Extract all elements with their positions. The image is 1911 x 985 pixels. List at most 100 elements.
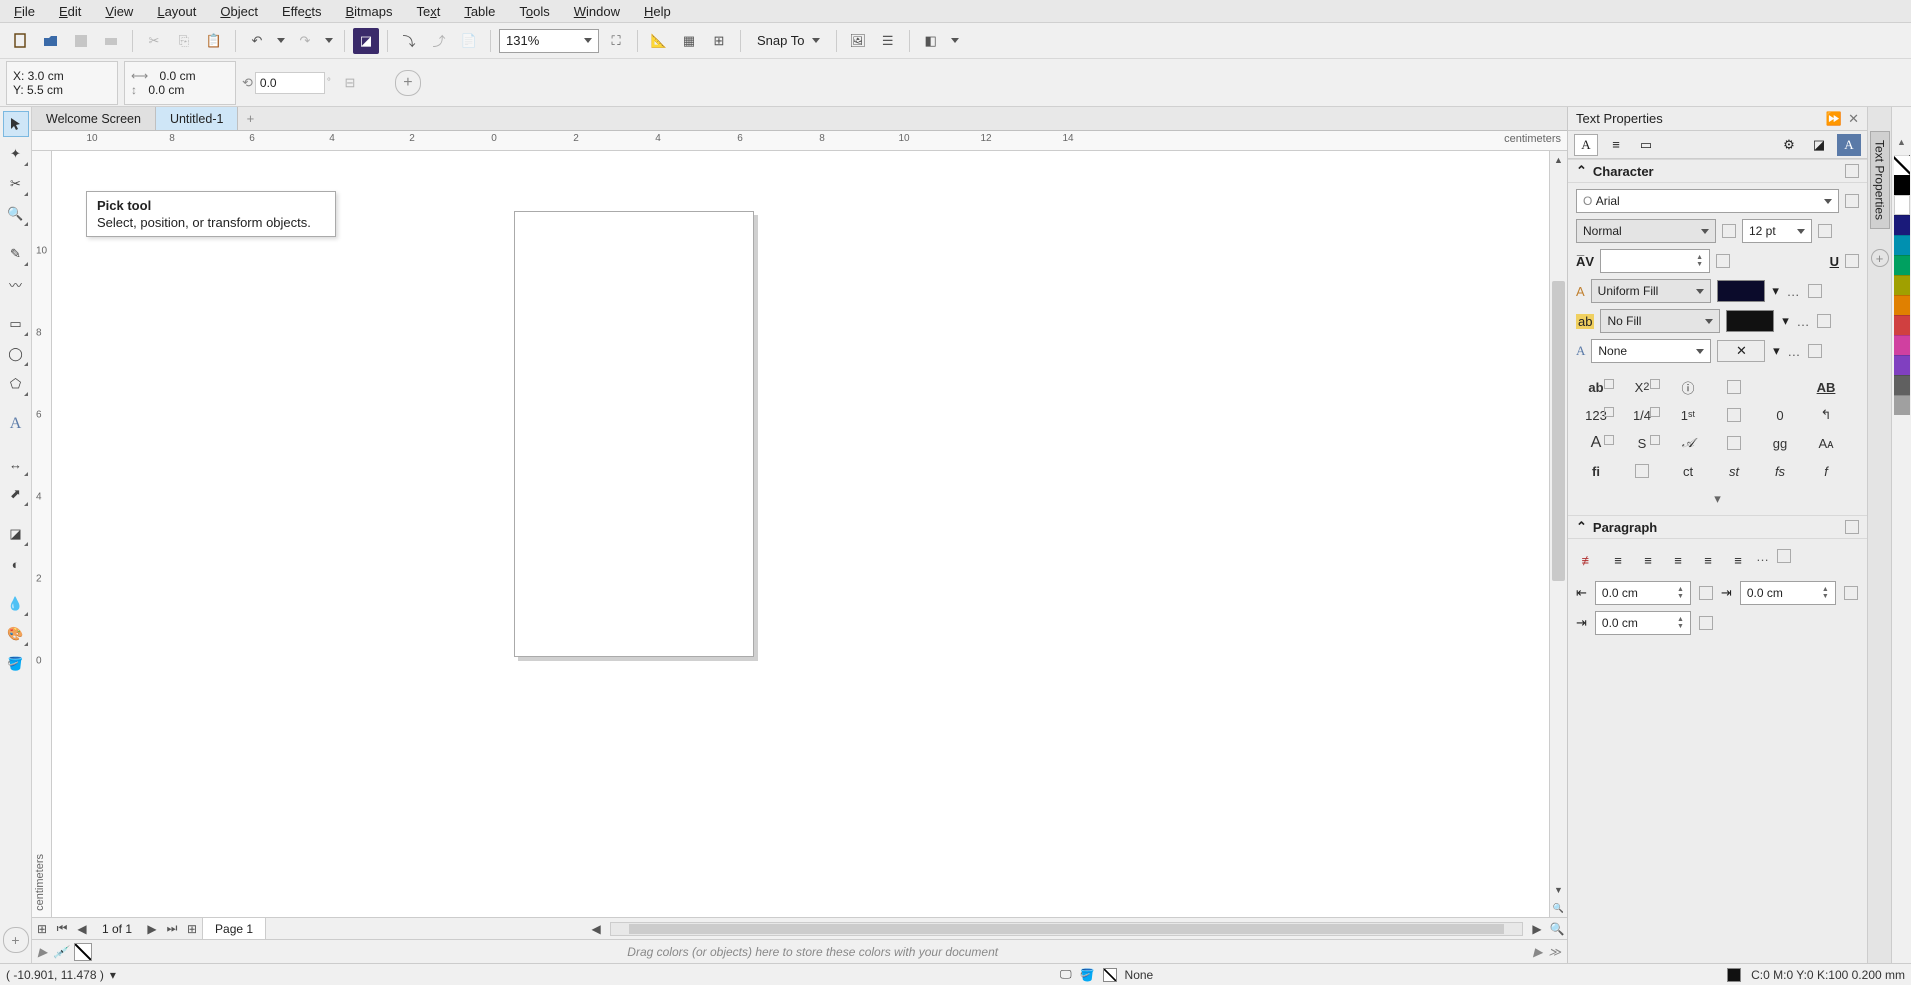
info-button[interactable]: ⓘ: [1668, 375, 1708, 399]
frame-tab[interactable]: ▭: [1634, 134, 1658, 156]
new-tab-button[interactable]: +: [238, 107, 262, 130]
kerning-icon[interactable]: A̅V: [1576, 254, 1594, 269]
allcaps-button[interactable]: AB: [1806, 375, 1846, 399]
ligature-fi-button[interactable]: fi: [1576, 459, 1616, 483]
palette-swatch[interactable]: [1894, 195, 1910, 215]
font-family-combo[interactable]: O Arial: [1576, 189, 1839, 213]
status-dropdown[interactable]: ▾: [110, 968, 116, 982]
ordinals-button[interactable]: 1ˢᵗ: [1668, 403, 1708, 427]
first-line-indent-input[interactable]: 0.0 cm▲▼: [1595, 611, 1691, 635]
palette-no-color[interactable]: [1894, 155, 1910, 175]
force-justify-button[interactable]: ≡: [1726, 549, 1750, 571]
save-button[interactable]: [68, 28, 94, 54]
fill-flyout-dropdown[interactable]: [948, 28, 962, 54]
vertical-ruler[interactable]: 10 8 6 4 2 0 centimeters: [32, 151, 52, 917]
outline-width-combo[interactable]: None: [1591, 339, 1711, 363]
no-color-swatch[interactable]: [74, 943, 92, 961]
zoom-icon[interactable]: 🔍: [1547, 922, 1567, 936]
stylistic-alt-button[interactable]: A: [1576, 431, 1616, 455]
paste-button[interactable]: 📋: [201, 28, 227, 54]
rotation-input[interactable]: 0.0: [255, 72, 325, 94]
ligature-f-button[interactable]: f: [1806, 459, 1846, 483]
outline-more-button[interactable]: …: [1787, 344, 1802, 359]
redo-button[interactable]: ↷: [292, 28, 318, 54]
import-button[interactable]: ⤵: [396, 28, 422, 54]
pick-tool[interactable]: [3, 111, 29, 137]
menu-table[interactable]: Table: [452, 2, 507, 21]
last-page-button[interactable]: ⏭: [162, 921, 182, 936]
eyedropper-tool[interactable]: 💧: [3, 591, 29, 617]
menu-text[interactable]: Text: [404, 2, 452, 21]
palette-swatch[interactable]: [1894, 235, 1910, 255]
expand-more-button[interactable]: ▾: [1576, 489, 1859, 509]
oldstyle-numbers-button[interactable]: 123: [1576, 403, 1616, 427]
interactive-icon[interactable]: ◪: [1807, 134, 1831, 156]
script-alt-button[interactable]: 𝒜: [1668, 431, 1708, 455]
menu-effects[interactable]: Effects: [270, 2, 334, 21]
subscript-button[interactable]: ab: [1576, 375, 1616, 399]
redo-dropdown[interactable]: [322, 28, 336, 54]
menu-object[interactable]: Object: [208, 2, 270, 21]
section-character-head[interactable]: Character: [1593, 164, 1654, 179]
palette-swatch[interactable]: [1894, 295, 1910, 315]
menu-file[interactable]: File: [2, 2, 47, 21]
status-no-fill-swatch[interactable]: [1103, 968, 1117, 982]
right-indent-input[interactable]: 0.0 cm▲▼: [1740, 581, 1836, 605]
fill-more-button[interactable]: …: [1787, 284, 1802, 299]
palette-swatch[interactable]: [1894, 355, 1910, 375]
swash-button[interactable]: ↰: [1806, 403, 1846, 427]
tab-welcome[interactable]: Welcome Screen: [32, 107, 156, 130]
rectangle-tool[interactable]: ▭: [3, 311, 29, 337]
align-center-button[interactable]: ≡: [1636, 549, 1660, 571]
show-grid-button[interactable]: ▦: [676, 28, 702, 54]
paragraph-tab[interactable]: ≡: [1604, 134, 1628, 156]
bg-color-swatch[interactable]: [1726, 310, 1774, 332]
justify-button[interactable]: ≡: [1696, 549, 1720, 571]
left-indent-input[interactable]: 0.0 cm▲▼: [1595, 581, 1691, 605]
no-outline-swatch[interactable]: ✕: [1717, 340, 1765, 362]
first-page-button[interactable]: ⏮: [52, 921, 72, 936]
petitecaps-button[interactable]: Aᴀ: [1806, 431, 1846, 455]
paragraph-more-button[interactable]: …: [1756, 549, 1771, 571]
no-align-button[interactable]: ≢: [1576, 549, 1600, 571]
vertical-scrollbar[interactable]: ▲ ▼ 🔍: [1549, 151, 1567, 917]
add-docker-button[interactable]: +: [1871, 249, 1889, 267]
align-right-button[interactable]: ≡: [1666, 549, 1690, 571]
tab-untitled-1[interactable]: Untitled-1: [156, 107, 239, 130]
palette-swatch[interactable]: [1894, 255, 1910, 275]
undo-dropdown[interactable]: [274, 28, 288, 54]
fill-flyout-button[interactable]: ◧: [918, 28, 944, 54]
freehand-tool[interactable]: ✎: [3, 241, 29, 267]
section-paragraph-head[interactable]: Paragraph: [1593, 520, 1657, 535]
full-screen-button[interactable]: ⛶: [603, 28, 629, 54]
status-color-proof-icon[interactable]: 🖵: [1060, 967, 1072, 982]
palette-up-arrow[interactable]: ▲: [1897, 137, 1906, 155]
superscript-button[interactable]: X2: [1622, 375, 1662, 399]
palette-swatch[interactable]: [1894, 335, 1910, 355]
connector-tool[interactable]: ⬈: [3, 481, 29, 507]
shape-tool[interactable]: ✦: [3, 141, 29, 167]
horizontal-ruler[interactable]: 10 8 6 4 2 0 2 4 6 8 10 12 14 centimeter…: [32, 131, 1567, 151]
undo-button[interactable]: ↶: [244, 28, 270, 54]
show-rulers-button[interactable]: 📐: [646, 28, 672, 54]
underline-icon[interactable]: U: [1830, 254, 1839, 269]
artistic-media-tool[interactable]: 〰: [3, 271, 29, 297]
print-button[interactable]: [98, 28, 124, 54]
drop-shadow-tool[interactable]: ◪: [3, 521, 29, 547]
ligature-st-button[interactable]: st: [1714, 459, 1754, 483]
ellipse-tool[interactable]: ◯: [3, 341, 29, 367]
new-button[interactable]: [8, 28, 34, 54]
status-outline-swatch[interactable]: [1727, 968, 1741, 982]
menu-bitmaps[interactable]: Bitmaps: [333, 2, 404, 21]
polygon-tool[interactable]: ⬠: [3, 371, 29, 397]
fractions-button[interactable]: 1/4: [1622, 403, 1662, 427]
next-page-button[interactable]: ▶: [142, 922, 162, 936]
open-button[interactable]: [38, 28, 64, 54]
bg-fill-combo[interactable]: No Fill: [1600, 309, 1720, 333]
smallcaps-button[interactable]: gg: [1760, 431, 1800, 455]
ligature-ct-button[interactable]: ct: [1668, 459, 1708, 483]
menu-tools[interactable]: Tools: [507, 2, 561, 21]
font-weight-combo[interactable]: Normal: [1576, 219, 1716, 243]
align-left-button[interactable]: ≡: [1606, 549, 1630, 571]
crop-tool[interactable]: ✂: [3, 171, 29, 197]
